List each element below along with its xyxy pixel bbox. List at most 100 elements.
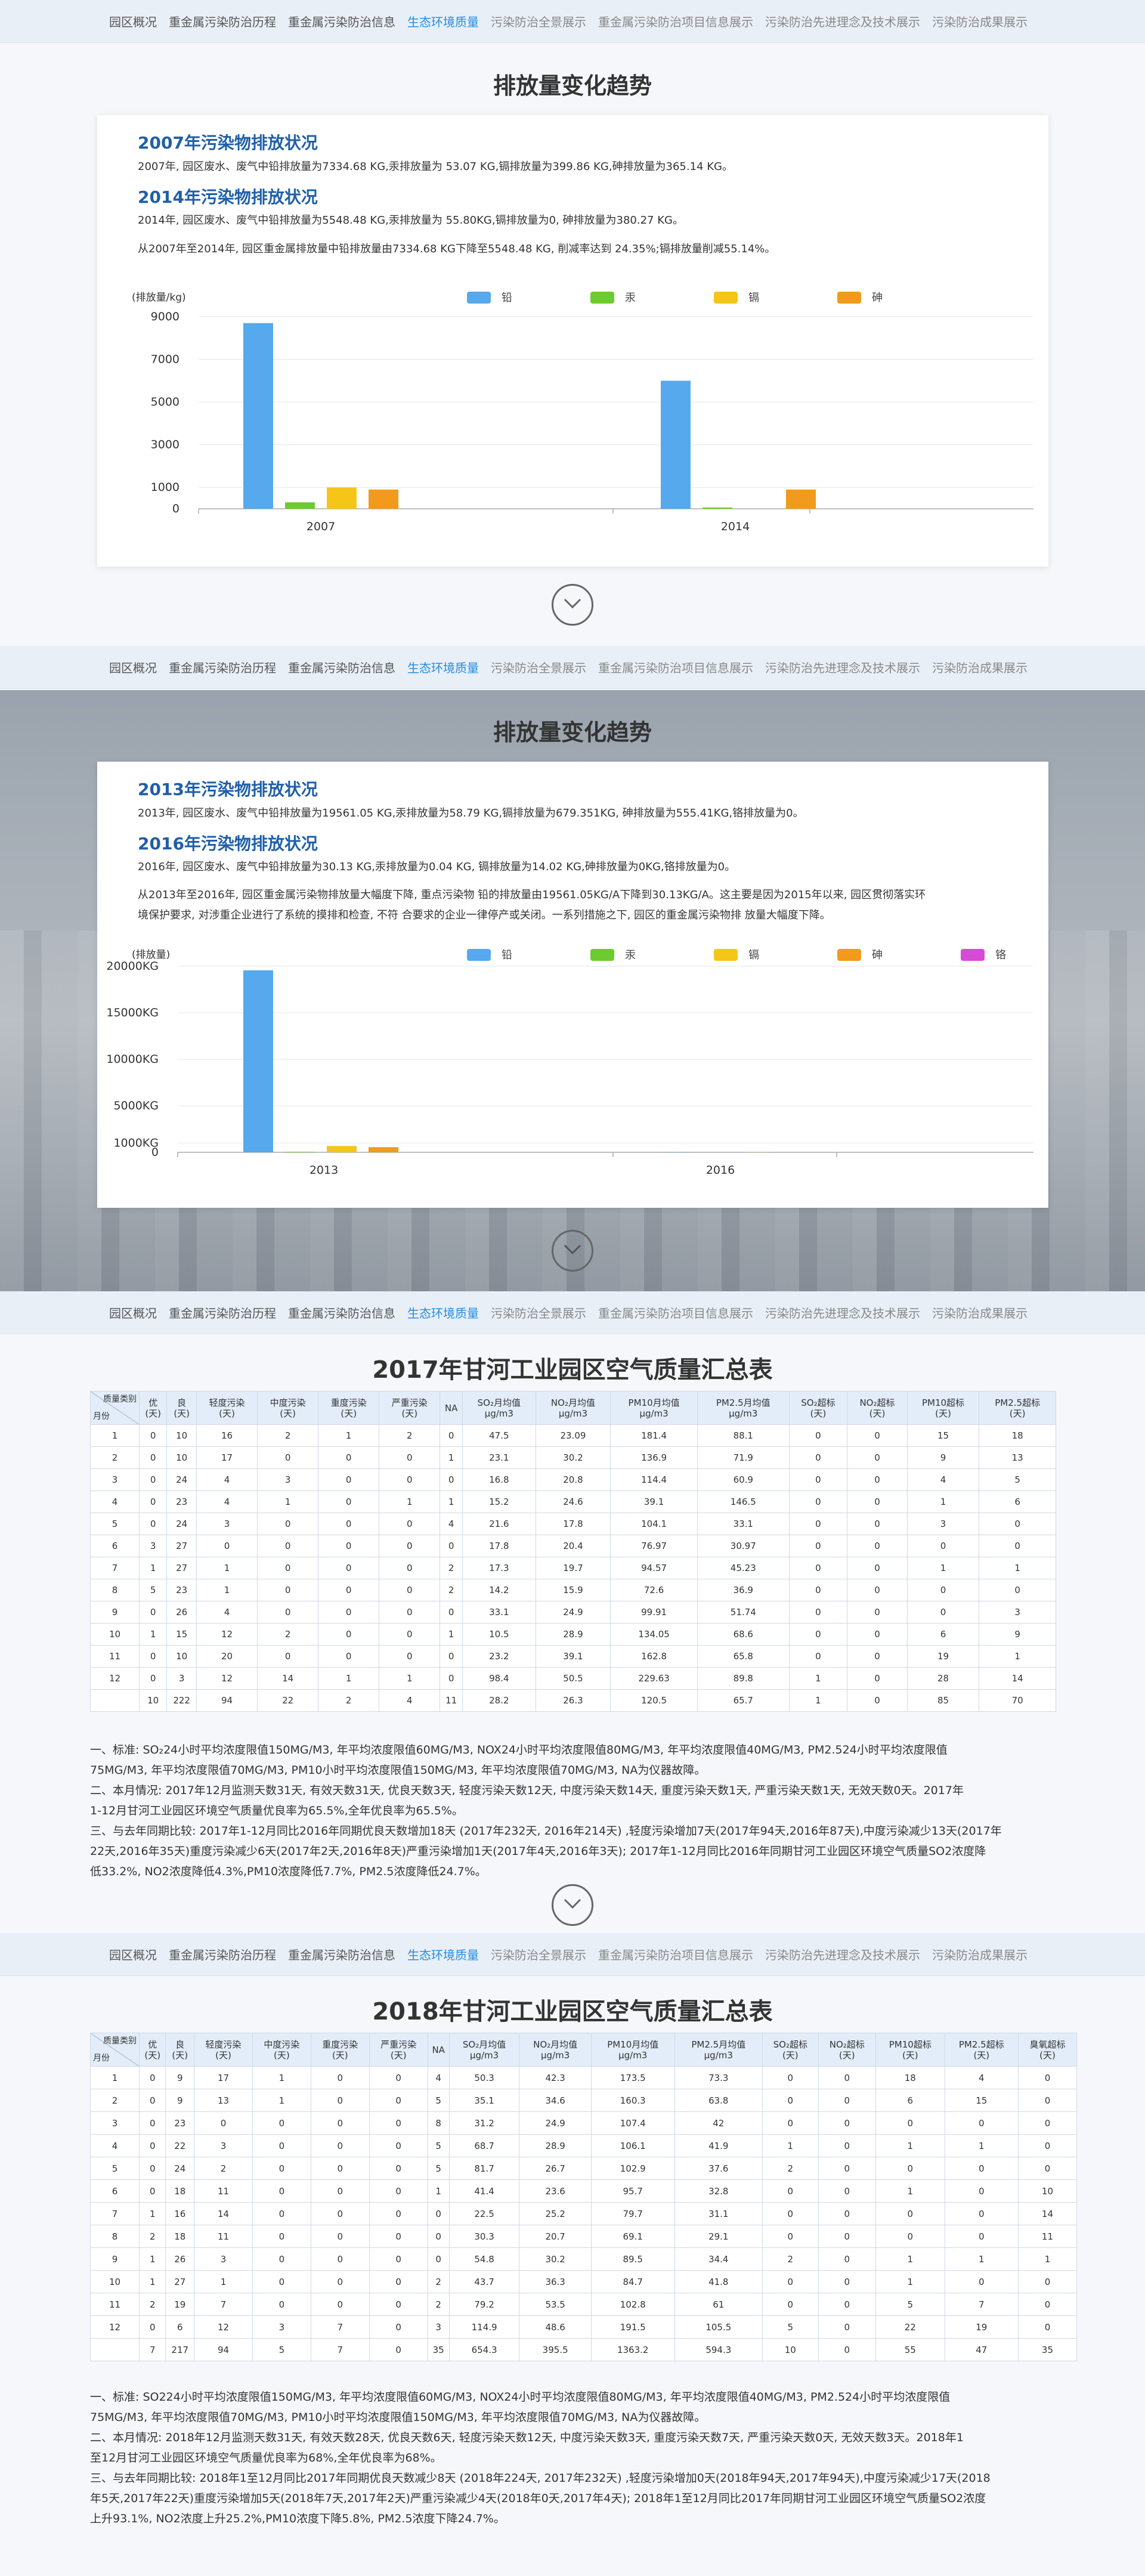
nav-item-3[interactable]: 重金属污染防治信息 (288, 1946, 395, 1963)
table-cell: 0 (138, 1645, 168, 1668)
nav-item-3[interactable]: 重金属污染防治信息 (288, 1304, 395, 1321)
table-cell: 0 (818, 2202, 876, 2225)
table-row: 3 0 24 4 3 0 0 0 16.8 20.8 114.4 60.9 0 0 4 5 (90, 1468, 1056, 1491)
table-cell: 0 (252, 2111, 311, 2135)
scroll-down-button[interactable] (552, 1230, 593, 1272)
nav-item-3[interactable]: 重金属污染防治信息 (288, 658, 395, 676)
nav-item-4[interactable]: 生态环境质量 (407, 1946, 479, 1963)
nav-item-6[interactable]: 重金属污染防治项目信息展示 (598, 13, 753, 30)
table-cell: 0 (847, 1513, 908, 1535)
table-cell: 5 (979, 1468, 1056, 1491)
nav-item-5[interactable]: 污染防治全景展示 (491, 13, 586, 30)
nav-item-5[interactable]: 污染防治全景展示 (491, 1304, 586, 1321)
nav-item-1[interactable]: 园区概况 (109, 1304, 157, 1321)
nav-item-7[interactable]: 污染防治先进理念及技术展示 (765, 13, 920, 30)
table-cell: 0 (788, 1424, 848, 1447)
table-cell: 229.63 (610, 1667, 698, 1690)
table-cell: 191.5 (590, 2315, 675, 2339)
table-cell: 5 (427, 2134, 450, 2157)
nav-item-3[interactable]: 重金属污染防治信息 (288, 13, 395, 30)
legend-label: 砷 (872, 949, 883, 961)
table-cell: 0 (847, 1424, 908, 1447)
y-axis-label: (排放量/kg) (132, 292, 186, 304)
table-cell: 0 (196, 1535, 258, 1557)
scroll-down-button[interactable] (552, 1884, 593, 1926)
table-cell: 0 (369, 2247, 428, 2271)
table-cell: 0 (906, 1579, 980, 1601)
nav-item-2[interactable]: 重金属污染防治历程 (169, 1304, 276, 1321)
table-cell: 7 (944, 2293, 1019, 2316)
table-cell: 2 (379, 1424, 441, 1447)
table-cell: 13 (194, 2089, 253, 2112)
table-cell: 9 (90, 1601, 140, 1623)
table-cell: 19 (906, 1645, 980, 1668)
nav-item-7[interactable]: 污染防治先进理念及技术展示 (765, 658, 920, 676)
nav-item-6[interactable]: 重金属污染防治项目信息展示 (598, 658, 753, 676)
table-cell: 28.2 (462, 1689, 536, 1712)
nav-item-4[interactable]: 生态环境质量 (407, 658, 479, 676)
table-cell: 23.2 (462, 1645, 536, 1668)
table-cell: 0 (1017, 2111, 1078, 2135)
table-cell: 9 (90, 2247, 140, 2271)
nav-item-8[interactable]: 污染防治成果展示 (932, 13, 1028, 30)
table-cell: 23.6 (519, 2179, 592, 2203)
table-cell: 0 (252, 2134, 311, 2157)
scroll-down-button[interactable] (552, 584, 593, 626)
table-cell: 19.7 (535, 1557, 611, 1579)
table-row: 3 0 23 0 0 0 0 8 31.2 24.9 107.4 42 0 0 0 0 0 (90, 2111, 1078, 2135)
nav-item-6[interactable]: 重金属污染防治项目信息展示 (598, 1304, 753, 1321)
nav-item-2[interactable]: 重金属污染防治历程 (169, 658, 276, 676)
table-cell: 1 (138, 1623, 168, 1646)
column-header: 臭氧超标 (天) (1017, 2033, 1078, 2067)
table-cell: 0 (762, 2293, 819, 2316)
nav-item-5[interactable]: 污染防治全景展示 (491, 1946, 586, 1963)
column-header: PM2.5月均值 μg/m3 (697, 1391, 790, 1425)
nav-item-1[interactable]: 园区概况 (109, 13, 157, 30)
table-cell: 5 (875, 2293, 945, 2316)
column-header: PM10月均值 μg/m3 (610, 1391, 698, 1425)
nav-item-2[interactable]: 重金属污染防治历程 (169, 1946, 276, 1963)
table-cell: 94.57 (610, 1557, 698, 1579)
nav-item-1[interactable]: 园区概况 (109, 658, 157, 676)
table-header-row: 质量类别 月份优 (天) 良 (天) 轻度污染 (天) 中度污染 (天) 重度污染 (天)… (90, 2033, 1078, 2067)
table-cell: 217 (165, 2338, 195, 2361)
nav-item-8[interactable]: 污染防治成果展示 (932, 1304, 1028, 1321)
table-cell: 4 (196, 1468, 258, 1491)
table-cell: 0 (252, 2179, 311, 2203)
nav-item-4[interactable]: 生态环境质量 (407, 1304, 479, 1321)
table-cell: 14 (257, 1667, 319, 1690)
nav-item-2[interactable]: 重金属污染防治历程 (169, 13, 276, 30)
table-cell: 136.9 (610, 1446, 698, 1469)
nav-item-5[interactable]: 污染防治全景展示 (491, 658, 586, 676)
table-row: 1 0 10 16 2 1 2 0 47.5 23.09 181.4 88.1 0 0 15 18 (90, 1424, 1056, 1447)
table-cell: 6 (979, 1490, 1056, 1513)
table-cell: 0 (310, 2247, 370, 2271)
air-quality-2018-section: 2018年甘河工业园区空气质量汇总表 质量类别 月份优 (天) 良 (天) 轻度污染 … (0, 1977, 1145, 2576)
table-cell: 84.7 (590, 2270, 675, 2293)
nav-item-7[interactable]: 污染防治先进理念及技术展示 (765, 1304, 920, 1321)
table-cell: 17.3 (462, 1557, 536, 1579)
table-cell: 24 (166, 1468, 197, 1491)
table-cell: 0 (194, 2111, 253, 2135)
nav-item-6[interactable]: 重金属污染防治项目信息展示 (598, 1946, 753, 1963)
table-cell: 0 (138, 2066, 166, 2089)
table-cell: 1 (252, 2089, 311, 2112)
nav-item-4[interactable]: 生态环境质量 (407, 13, 479, 30)
table-cell: 11 (1017, 2225, 1078, 2248)
nav-item-7[interactable]: 污染防治先进理念及技术展示 (765, 1946, 920, 1963)
table-cell: 0 (369, 2225, 428, 2248)
note-line: 低33.2%, NO2浓度降低4.3%,PM10浓度降低7.7%, PM2.5浓… (90, 1865, 487, 1878)
nav-item-1[interactable]: 园区概况 (109, 1946, 157, 1963)
table-cell: 0 (818, 2315, 876, 2339)
table-cell: 0 (252, 2202, 311, 2225)
table-cell: 1 (194, 2270, 253, 2293)
table-cell: 89.8 (697, 1667, 790, 1690)
bar-2013-3 (327, 1146, 357, 1152)
table-cell: 1 (875, 2247, 945, 2271)
note-line: 一、标准: SO224小时平均浓度限值150MG/M3, 年平均浓度限值60MG… (90, 2391, 951, 2404)
table-cell: 0 (318, 1446, 380, 1469)
nav-item-8[interactable]: 污染防治成果展示 (932, 1946, 1028, 1963)
table-cell: 32.8 (674, 2179, 763, 2203)
y-tick-label: 3000 (151, 438, 180, 452)
nav-item-8[interactable]: 污染防治成果展示 (932, 658, 1028, 676)
